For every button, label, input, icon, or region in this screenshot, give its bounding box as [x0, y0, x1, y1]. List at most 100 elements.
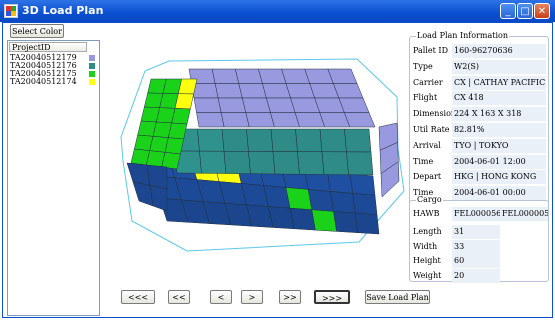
cargo-box [349, 173, 376, 196]
hawb-value-2: FEL0000056 [500, 207, 548, 221]
cargo-box [266, 97, 296, 113]
prev-page-button[interactable]: << [168, 290, 190, 304]
app-icon [4, 4, 18, 18]
cargo-box [223, 150, 251, 175]
next-button[interactable]: > [241, 290, 263, 304]
field-label: Pallet ID [413, 46, 448, 55]
cargo-box [295, 128, 323, 153]
cargo-box [330, 191, 356, 214]
cargo-box [196, 112, 225, 128]
field-value: CX | CATHAY PACIFIC [452, 75, 546, 90]
cargo-box [197, 128, 225, 152]
field-value: 160-96270636 [452, 44, 546, 58]
cargo-box [199, 150, 227, 174]
project-list-header[interactable]: ProjectID [9, 42, 87, 52]
cargo-field-value: 33 [452, 239, 500, 254]
cargo-field-label: Length [413, 227, 442, 236]
field-value: HKG | HONG KONG [452, 170, 546, 185]
cargo-box [332, 83, 364, 99]
field-label: Arrival [413, 140, 441, 150]
minimize-icon[interactable]: _ [500, 3, 516, 19]
cargo-box [164, 137, 184, 155]
load-plan-info-title: Load Plan Information [416, 31, 509, 40]
field-value: W2(S) [452, 59, 546, 74]
cargo-box [270, 128, 298, 152]
cargo-field-label: Width [413, 241, 438, 251]
field-label: Time [413, 156, 434, 166]
cargo-field-value: 20 [452, 268, 500, 283]
close-icon[interactable]: ✕ [534, 3, 550, 19]
cargo-field-value: 60 [452, 254, 500, 268]
cargo-field-label: Height [413, 256, 441, 265]
field-label: Carrier [413, 77, 443, 87]
cargo-box [171, 108, 191, 125]
hawb-value-1: FEL0000561 [452, 207, 500, 221]
cargo-box [321, 151, 349, 176]
cargo-box [354, 212, 380, 235]
color-swatch [89, 79, 95, 85]
cargo-box [311, 209, 337, 232]
cargo-box [297, 151, 325, 175]
field-label: Type [413, 61, 433, 71]
color-swatch [89, 71, 95, 77]
cargo-box [245, 112, 275, 128]
maximize-icon[interactable]: □ [517, 3, 533, 19]
cargo-box [149, 185, 168, 212]
window-title: 3D Load Plan [22, 4, 104, 17]
main-window: Select Color ProjectID TA20040512179 TA2… [2, 22, 553, 318]
cargo-box [174, 93, 194, 110]
color-swatch [89, 63, 95, 69]
hawb-label: HAWB [413, 209, 440, 218]
cargo-box [217, 97, 247, 113]
cargo-box [352, 193, 378, 215]
list-item[interactable]: TA20040512174 [10, 78, 77, 86]
field-value: 224 X 163 X 318 [452, 107, 546, 122]
cargo-box [344, 128, 372, 153]
cargo-box [221, 128, 249, 152]
cargo-box [211, 68, 240, 84]
cargo-box [346, 151, 374, 176]
cargo-group: Cargo HAWB FEL0000561 FEL0000056 Length 3… [409, 195, 549, 283]
cargo-box [220, 112, 250, 128]
cargo-box [270, 112, 300, 128]
select-color-button[interactable]: Select Color [10, 24, 64, 38]
color-swatch [89, 55, 95, 61]
load-plan-info-group: Load Plan Information Pallet ID 160-96270… [409, 31, 549, 216]
field-value: TYO | TOKYO [452, 138, 546, 153]
cargo-box [319, 128, 347, 153]
cargo-box [333, 211, 359, 233]
last-button[interactable]: >>> [314, 290, 350, 304]
cargo-box [168, 122, 188, 140]
prev-button[interactable]: < [210, 290, 232, 304]
cargo-box [289, 207, 316, 231]
field-label: Flight [413, 93, 438, 103]
cargo-field-value: 31 [452, 225, 500, 239]
cargo-box [338, 97, 370, 113]
field-label: Depart [413, 172, 442, 182]
cargo-box [241, 97, 271, 113]
field-value: 2004-06-01 12:00 [452, 154, 546, 169]
cargo-title: Cargo [416, 195, 443, 204]
first-button[interactable]: <<< [121, 290, 155, 304]
next-page-button[interactable]: >> [279, 290, 301, 304]
cargo-box [246, 128, 274, 152]
cargo-box [234, 68, 263, 84]
cargo-box [238, 83, 267, 99]
cargo-box [262, 83, 291, 99]
cargo-field-label: Weight [413, 270, 442, 280]
cargo-box [193, 97, 222, 113]
cargo-box [285, 187, 313, 211]
field-label: Dimension [413, 109, 457, 119]
project-list[interactable]: ProjectID TA20040512179 TA20040512176 TA… [7, 40, 100, 316]
field-value: 82.81% [452, 123, 546, 137]
cargo-box [178, 78, 198, 95]
3d-load-plan-viewport[interactable] [107, 41, 407, 266]
title-bar: 3D Load Plan _ □ ✕ [0, 0, 555, 22]
cargo-box [258, 68, 287, 84]
field-label: Util Rate [413, 125, 450, 134]
field-value: CX 418 [452, 91, 546, 106]
cargo-box [126, 162, 151, 186]
save-load-plan-button[interactable]: Save Load Plan [365, 290, 430, 304]
cargo-box [307, 189, 334, 212]
cargo-box [248, 151, 276, 175]
